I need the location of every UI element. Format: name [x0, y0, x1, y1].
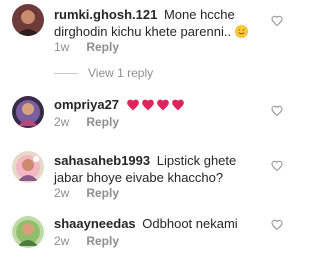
- like-heart-icon[interactable]: [271, 105, 283, 117]
- like-heart-icon[interactable]: [271, 15, 283, 27]
- avatar[interactable]: [12, 4, 44, 36]
- comment-username[interactable]: shaayneedas: [54, 216, 136, 231]
- comment-meta: 2w Reply: [54, 115, 119, 129]
- like-heart-icon[interactable]: [271, 160, 283, 172]
- comment-text: sahasaheb1993 Lipstick ghete jabar bhoye…: [54, 152, 268, 186]
- view-replies-label: View 1 reply: [88, 66, 154, 80]
- red-heart-icon: [141, 98, 155, 111]
- comment-timestamp: 2w: [54, 115, 70, 129]
- reply-button[interactable]: Reply: [86, 234, 119, 248]
- comment-meta: 2w Reply: [54, 234, 119, 248]
- comment-text: rumki.ghosh.121 Mone hcche dirghodin kic…: [54, 6, 268, 40]
- comment-meta: 1w Reply: [54, 40, 119, 54]
- comment-timestamp: 1w: [54, 40, 70, 54]
- comment-username: sahasaheb1993: [54, 153, 151, 168]
- red-heart-icon: [126, 98, 140, 111]
- avatar[interactable]: [12, 216, 44, 248]
- reply-button[interactable]: Reply: [86, 40, 119, 54]
- comment-body: Odbhoot nekami: [142, 216, 238, 231]
- red-heart-icon: [171, 98, 185, 111]
- comment-text: shaayneedas Odbhoot nekami: [54, 215, 268, 232]
- smiling-face-icon: [234, 25, 248, 38]
- avatar[interactable]: [12, 151, 44, 183]
- avatar[interactable]: [12, 96, 44, 128]
- comment-username[interactable]: ompriya27: [54, 97, 119, 112]
- view-replies-button[interactable]: View 1 reply: [54, 66, 153, 80]
- comment-meta: 2w Reply: [54, 186, 119, 200]
- comment-body: [126, 98, 185, 111]
- reply-button[interactable]: Reply: [86, 186, 119, 200]
- reply-button[interactable]: Reply: [86, 115, 119, 129]
- comment-username[interactable]: rumki.ghosh.121: [54, 7, 157, 22]
- red-heart-icon: [156, 98, 170, 111]
- comment-timestamp: 2w: [54, 234, 70, 248]
- divider-line: [54, 72, 78, 74]
- like-heart-icon[interactable]: [271, 219, 283, 231]
- comment-text: ompriya27: [54, 96, 268, 113]
- comment-timestamp: 2w: [54, 186, 70, 200]
